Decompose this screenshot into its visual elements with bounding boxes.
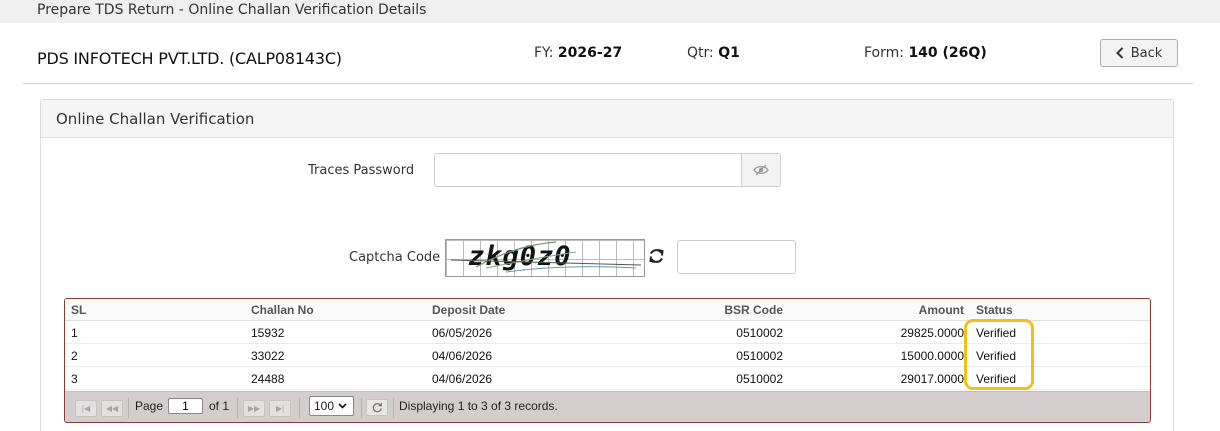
reload-grid-button[interactable]	[366, 399, 388, 416]
cell-sl: 2	[71, 349, 78, 363]
back-button[interactable]: Back	[1100, 39, 1178, 67]
chevron-down-icon	[338, 403, 347, 409]
column-header-bsr-code[interactable]: BSR Code	[724, 303, 783, 317]
cell-challan-no: 24488	[251, 372, 285, 386]
cell-deposit-date: 06/05/2026	[432, 326, 493, 340]
traces-password-input[interactable]	[435, 154, 741, 186]
company-name: PDS INFOTECH PVT.LTD. (CALP08143C)	[37, 49, 342, 68]
page-size-select[interactable]: 100	[309, 396, 354, 416]
column-header-sl[interactable]: SL	[71, 303, 86, 317]
cell-challan-no: 33022	[251, 349, 285, 363]
column-header-status[interactable]: Status	[976, 303, 1013, 317]
page-title: Prepare TDS Return - Online Challan Veri…	[37, 2, 427, 18]
next-page-icon: ▶▶	[247, 404, 261, 413]
pager-divider	[393, 398, 394, 418]
page-size-value: 100	[314, 399, 335, 413]
traces-password-label: Traces Password	[308, 163, 415, 178]
column-header-amount[interactable]: Amount	[919, 303, 964, 317]
header: PDS INFOTECH PVT.LTD. (CALP08143C) FY: 2…	[0, 23, 1220, 84]
column-header-challan-no[interactable]: Challan No	[251, 303, 314, 317]
form-info: Form: 140 (26Q)	[864, 45, 987, 61]
pager-divider	[361, 398, 362, 418]
prev-page-button[interactable]: ◀◀	[101, 400, 123, 417]
cell-bsr-code: 0510002	[736, 326, 783, 340]
toggle-password-visibility[interactable]	[741, 154, 780, 186]
form-value: 140 (26Q)	[908, 45, 987, 61]
cell-amount: 29825.0000	[900, 326, 964, 340]
cell-challan-no: 15932	[251, 326, 285, 340]
chevron-left-icon	[1115, 47, 1123, 59]
cell-bsr-code: 0510002	[736, 372, 783, 386]
next-page-button[interactable]: ▶▶	[243, 400, 265, 417]
cell-amount: 15000.0000	[900, 349, 964, 363]
cell-bsr-code: 0510002	[736, 349, 783, 363]
fy-info: FY: 2026-27	[534, 45, 623, 61]
grid-header: SL Challan No Deposit Date BSR Code Amou…	[65, 299, 1150, 321]
cell-sl: 3	[71, 372, 78, 386]
pager-divider	[299, 398, 300, 418]
page-total-label: of 1	[209, 399, 230, 413]
refresh-icon[interactable]	[648, 247, 665, 265]
cell-deposit-date: 04/06/2026	[432, 349, 493, 363]
status-highlight	[964, 319, 1034, 390]
fy-value: 2026-27	[557, 45, 623, 61]
page-label: Page	[135, 399, 164, 413]
captcha-noise	[450, 241, 642, 273]
page-number-input[interactable]	[168, 398, 203, 414]
grid-pager: |◀ ◀◀ Page of 1 ▶▶ ▶| 100 Displaying 1 t…	[65, 391, 1150, 422]
captcha-label: Captcha Code	[349, 250, 441, 265]
header-divider	[22, 83, 1194, 84]
pager-divider	[237, 398, 238, 418]
back-button-label: Back	[1130, 45, 1163, 61]
panel-title: Online Challan Verification	[41, 100, 1173, 138]
refresh-icon	[372, 403, 382, 413]
first-page-icon: |◀	[81, 404, 91, 413]
last-page-button[interactable]: ▶|	[269, 400, 291, 417]
first-page-button[interactable]: |◀	[75, 400, 97, 417]
last-page-icon: ▶|	[275, 404, 285, 413]
traces-password-group	[434, 153, 781, 187]
prev-page-icon: ◀◀	[105, 404, 119, 413]
records-info: Displaying 1 to 3 of 3 records.	[399, 399, 558, 413]
top-bar: Prepare TDS Return - Online Challan Veri…	[0, 0, 1220, 23]
cell-sl: 1	[71, 326, 78, 340]
eye-slash-icon	[753, 164, 769, 176]
captcha-image: zkg0z0	[445, 239, 645, 277]
cell-amount: 29017.0000	[900, 372, 964, 386]
pager-divider	[128, 398, 129, 418]
qtr-info: Qtr: Q1	[687, 45, 740, 61]
qtr-value: Q1	[718, 45, 740, 61]
captcha-input[interactable]	[677, 240, 796, 274]
cell-deposit-date: 04/06/2026	[432, 372, 493, 386]
column-header-deposit-date[interactable]: Deposit Date	[432, 303, 505, 317]
